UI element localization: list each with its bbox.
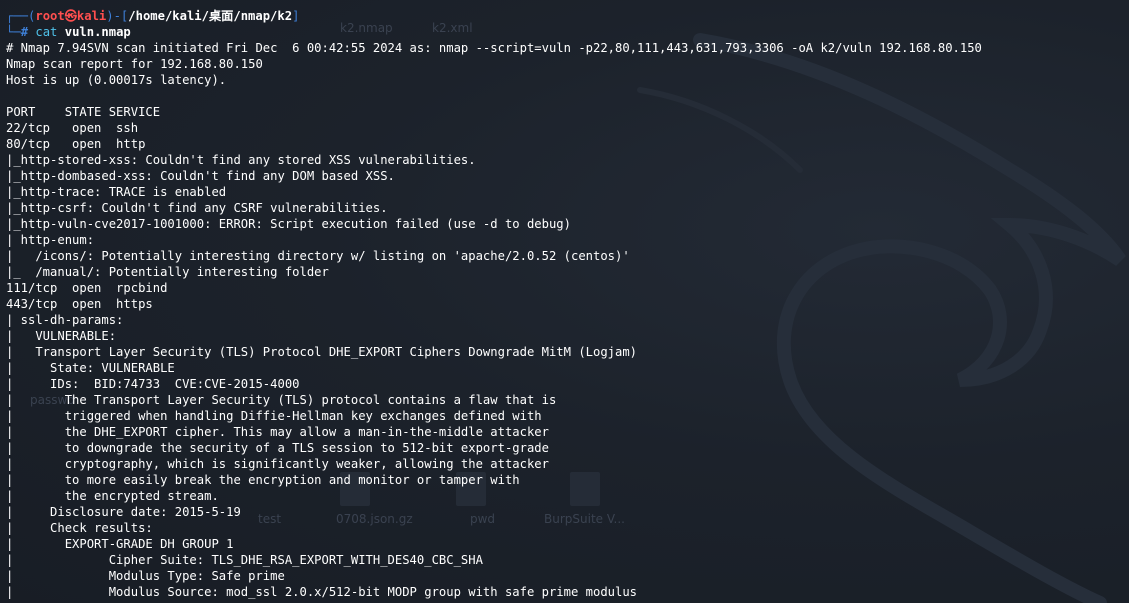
prompt-hash: # [20,25,36,39]
output-line: | IDs: BID:74733 CVE:CVE-2015-4000 [6,377,300,391]
output-line: | Modulus Source: mod_ssl 2.0.x/512-bit … [6,585,638,599]
prompt-header: ┌──(root㉿kali)-[/home/kali/桌面/nmap/k2] [6,8,1129,24]
output-line: | cryptography, which is significantly w… [6,457,549,471]
prompt-cwd: /home/kali/桌面/nmap/k2 [128,9,293,23]
output-line: | the DHE_EXPORT cipher. This may allow … [6,425,549,439]
output-line: | the encrypted stream. [6,489,219,503]
prompt-command-line: └─# cat vuln.nmap [6,24,1129,40]
output-line: Host is up (0.00017s latency). [6,73,227,87]
output-line: | Transport Layer Security (TLS) Protoco… [6,345,638,359]
output-line: | VULNERABLE: [6,329,117,343]
prompt-frame-open: ┌──( [6,9,36,23]
prompt-frame-close: ] [292,9,300,23]
output-line: |_http-stored-xss: Couldn't find any sto… [6,153,476,167]
output-line: |_http-csrf: Couldn't find any CSRF vuln… [6,201,388,215]
prompt-user-host: root㉿kali [35,9,107,23]
output-line: | EXPORT-GRADE DH GROUP 1 [6,537,234,551]
output-line: | Check results: [6,521,153,535]
prompt-frame-cmd: └─ [6,25,21,39]
output-line: 111/tcp open rpcbind [6,281,168,295]
output-line: Nmap scan report for 192.168.80.150 [6,57,263,71]
output-line: 443/tcp open https [6,297,153,311]
output-line: 80/tcp open http [6,137,146,151]
command-name: cat [35,25,58,39]
output-line: |_ /manual/: Potentially interesting fol… [6,265,329,279]
output-line: | /icons/: Potentially interesting direc… [6,249,630,263]
output-line: | triggered when handling Diffie-Hellman… [6,409,542,423]
output-line: | to downgrade the security of a TLS ses… [6,441,549,455]
output-line: | to more easily break the encryption an… [6,473,520,487]
output-line: PORT STATE SERVICE [6,105,161,119]
terminal-window[interactable]: k2.nmap k2.xml passwd test 0708.json.gz … [0,0,1129,603]
terminal-content[interactable]: ┌──(root㉿kali)-[/home/kali/桌面/nmap/k2] └… [6,8,1129,600]
output-line: | State: VULNERABLE [6,361,175,375]
output-line: | The Transport Layer Security (TLS) pro… [6,393,557,407]
output-line: |_http-trace: TRACE is enabled [6,185,227,199]
output-line: |_http-vuln-cve2017-1001000: ERROR: Scri… [6,217,571,231]
output-line: |_http-dombased-xss: Couldn't find any D… [6,169,395,183]
output-line: | Modulus Type: Safe prime [6,569,285,583]
output-line: | Disclosure date: 2015-5-19 [6,505,241,519]
command-output: # Nmap 7.94SVN scan initiated Fri Dec 6 … [6,40,1129,600]
prompt-frame-mid: )-[ [106,9,129,23]
output-line: | http-enum: [6,233,95,247]
command-argument: vuln.nmap [64,25,131,39]
output-line: 22/tcp open ssh [6,121,139,135]
output-line: | Cipher Suite: TLS_DHE_RSA_EXPORT_WITH_… [6,553,483,567]
output-line: | ssl-dh-params: [6,313,124,327]
output-line: # Nmap 7.94SVN scan initiated Fri Dec 6 … [6,41,982,55]
